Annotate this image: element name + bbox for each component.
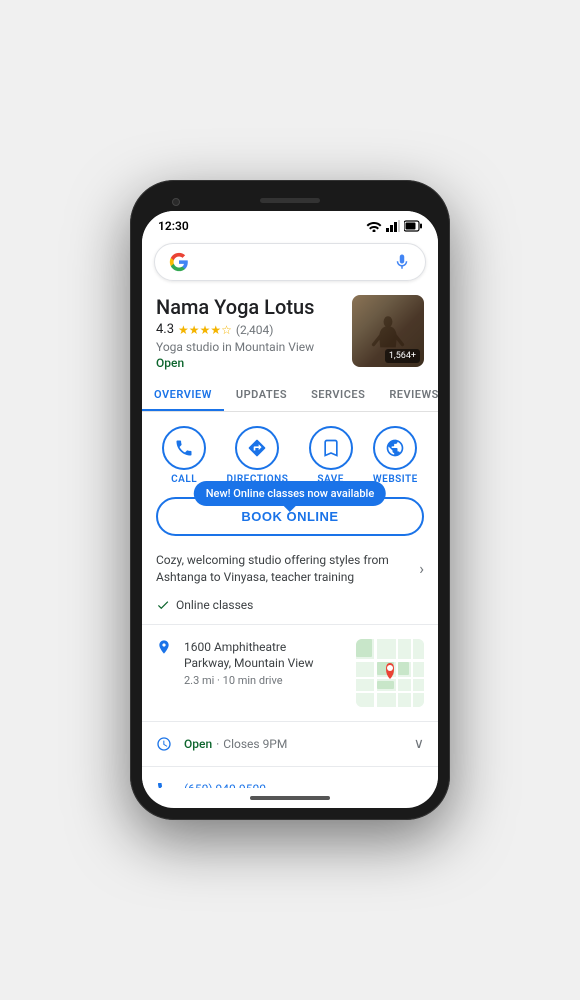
place-info: Nama Yoga Lotus 4.3 ★★★★☆ (2,404) Yoga s… [156,295,342,370]
tab-updates[interactable]: UPDATES [224,380,299,411]
call-circle [162,426,206,470]
online-classes-text: Online classes [176,598,253,612]
tooltip-bubble: New! Online classes now available [194,481,386,506]
book-btn-container: New! Online classes now available BOOK O… [142,491,438,544]
divider-1 [142,624,438,625]
website-icon [385,438,405,458]
save-button[interactable]: SAVE [309,426,353,485]
phone-number-icon [156,781,172,788]
hours-separator: · [216,737,219,751]
actions-row: CALL DIRECTIONS [142,412,438,491]
hours-row[interactable]: Open · Closes 9PM ∨ [142,726,438,762]
map-thumbnail[interactable] [356,639,424,707]
divider-2 [142,721,438,722]
phone-bottom-bar [142,788,438,808]
screen-content: Nama Yoga Lotus 4.3 ★★★★☆ (2,404) Yoga s… [142,237,438,788]
search-bar[interactable] [154,243,426,281]
phone-screen: 12:30 [142,211,438,808]
stars: ★★★★☆ [178,323,232,337]
phone-row[interactable]: (650) 940-9500 [142,771,438,788]
place-thumbnail[interactable]: 1,564+ [352,295,424,367]
place-section: Nama Yoga Lotus 4.3 ★★★★☆ (2,404) Yoga s… [142,291,438,380]
save-icon [321,438,341,458]
address-city: Parkway, Mountain View [184,655,344,672]
phone-device: 12:30 [130,180,450,820]
call-label: CALL [171,474,197,485]
google-g-icon [169,252,189,272]
phone-top [142,192,438,211]
phone-call-icon [174,438,194,458]
tab-overview[interactable]: OVERVIEW [142,380,224,411]
place-name: Nama Yoga Lotus [156,295,342,319]
review-count: (2,404) [236,323,274,337]
home-indicator[interactable] [250,796,330,800]
photo-count: 1,564+ [385,349,420,363]
address-street: 1600 Amphitheatre [184,639,344,656]
google-logo [169,252,189,272]
directions-button[interactable]: DIRECTIONS [226,426,288,485]
address-row[interactable]: 1600 Amphitheatre Parkway, Mountain View… [142,629,438,717]
wifi-icon [366,220,382,232]
directions-icon [247,438,267,458]
address-distance: 2.3 mi · 10 min drive [184,674,344,687]
signal-icon [386,220,400,232]
chevron-down-icon[interactable]: ∨ [414,736,424,752]
address-info: 1600 Amphitheatre Parkway, Mountain View… [184,639,344,688]
phone-camera [172,198,180,206]
hours-open: Open [184,737,212,751]
hours-info: Open · Closes 9PM [184,737,402,751]
phone-speaker [260,198,320,203]
chevron-right-icon: › [419,559,424,578]
battery-icon [404,220,422,232]
place-status: Open [156,356,342,370]
call-button[interactable]: CALL [162,426,206,485]
hours-close: Closes 9PM [223,737,287,751]
tabs-row: OVERVIEW UPDATES SERVICES REVIEWS P [142,380,438,412]
directions-circle [235,426,279,470]
status-icons [366,220,422,232]
status-time: 12:30 [158,219,189,233]
clock-icon [156,736,172,752]
description-row[interactable]: Cozy, welcoming studio offering styles f… [142,544,438,594]
status-bar: 12:30 [142,211,438,237]
website-button[interactable]: WEBSITE [373,426,418,485]
microphone-icon[interactable] [393,253,411,271]
place-header: Nama Yoga Lotus 4.3 ★★★★☆ (2,404) Yoga s… [156,295,424,370]
rating-number: 4.3 [156,322,174,337]
website-circle [373,426,417,470]
online-classes-row: Online classes [142,594,438,620]
tab-services[interactable]: SERVICES [299,380,377,411]
tab-reviews[interactable]: REVIEWS [377,380,438,411]
save-circle [309,426,353,470]
location-icon [156,639,172,655]
place-type: Yoga studio in Mountain View [156,340,342,354]
rating-row: 4.3 ★★★★☆ (2,404) [156,322,342,337]
checkmark-icon [156,598,170,612]
description-text: Cozy, welcoming studio offering styles f… [156,552,409,586]
divider-3 [142,766,438,767]
map-preview [356,639,424,707]
